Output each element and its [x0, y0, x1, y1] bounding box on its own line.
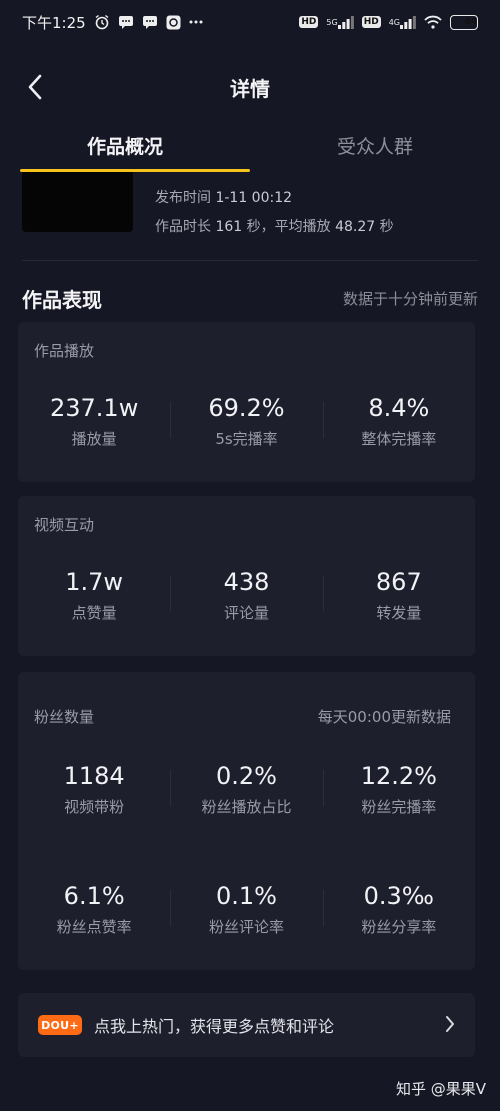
metric-label: 粉丝完播率	[361, 798, 437, 816]
update-note: 数据于十分钟前更新	[342, 290, 478, 308]
metric-label: 点赞量	[71, 604, 117, 622]
divider	[22, 260, 478, 261]
metric-fan-completion: 12.2% 粉丝完播率	[322, 760, 475, 817]
duration-label: 作品时长	[155, 219, 211, 235]
playback-card: 作品播放 237.1w 播放量 69.2% 5s完播率 8.4% 整体完播率	[18, 322, 475, 482]
metric-value: 867	[375, 568, 422, 596]
video-thumbnail[interactable]	[22, 172, 133, 232]
interaction-card: 视频互动 1.7w 点赞量 438 评论量 867 转发量	[18, 496, 475, 656]
dou-plus-badge: DOU+	[38, 1015, 82, 1035]
metric-value: 1184	[63, 762, 125, 790]
status-bar-right: HD 5G HD 4G 84	[299, 14, 478, 30]
status-bar-left: 下午1:25	[22, 12, 203, 33]
hd-badge: HD	[361, 16, 381, 28]
network-type: 5G	[326, 17, 338, 27]
page: 下午1:25 HD 5G HD 4G 84 详情 作品概况 受众人群 发布时间 …	[0, 0, 500, 1111]
metric-fan-share-rate: 0.3‰ 粉丝分享率	[322, 880, 475, 937]
tab-label: 受众人群	[336, 135, 413, 158]
metric-value: 0.1%	[216, 882, 277, 910]
network-type: 4G	[388, 17, 400, 27]
tab-label: 作品概况	[86, 135, 163, 158]
chevron-left-icon	[28, 74, 42, 100]
tab-bar: 作品概况 受众人群	[0, 118, 500, 172]
signal-icon: 4G	[388, 15, 416, 29]
avg-play-unit: 秒	[379, 219, 394, 235]
metric-label: 播放量	[71, 430, 117, 448]
card-label: 粉丝数量	[34, 708, 95, 726]
metric-label: 粉丝评论率	[208, 918, 284, 936]
metric-comments: 438 评论量	[170, 566, 322, 623]
alarm-icon	[94, 14, 110, 30]
avg-play-value: 48.27	[335, 219, 376, 235]
metric-value: 12.2%	[360, 762, 437, 790]
page-title: 详情	[230, 76, 270, 101]
tab-audience[interactable]: 受众人群	[250, 118, 500, 172]
metric-fan-comment-rate: 0.1% 粉丝评论率	[170, 880, 322, 937]
publish-time: 1-11 00:12	[215, 190, 293, 206]
metrics-row: 1.7w 点赞量 438 评论量 867 转发量	[18, 566, 475, 623]
promo-text: 点我上热门，获得更多点赞和评论	[94, 1017, 335, 1036]
signal-icon: 5G	[326, 15, 354, 29]
metric-value: 0.3‰	[363, 882, 434, 910]
video-info: 发布时间 1-11 00:12 作品时长 161 秒，平均播放 48.27 秒	[22, 172, 478, 242]
status-time: 下午1:25	[22, 13, 86, 32]
app-icon	[166, 15, 181, 30]
metric-5s-completion: 69.2% 5s完播率	[170, 392, 322, 449]
metric-value: 1.7w	[65, 568, 124, 596]
message-icon	[118, 15, 134, 30]
metric-value: 237.1w	[49, 394, 139, 422]
metric-fan-play-share: 0.2% 粉丝播放占比	[170, 760, 322, 817]
publish-label: 发布时间	[155, 190, 211, 206]
wifi-icon	[424, 15, 442, 29]
metrics-row: 1184 视频带粉 0.2% 粉丝播放占比 12.2% 粉丝完播率	[18, 760, 475, 817]
metrics-row: 6.1% 粉丝点赞率 0.1% 粉丝评论率 0.3‰ 粉丝分享率	[18, 880, 475, 937]
metrics-row: 237.1w 播放量 69.2% 5s完播率 8.4% 整体完播率	[18, 392, 475, 449]
metric-value: 438	[223, 568, 270, 596]
battery-text: 84	[464, 17, 477, 27]
metric-value: 6.1%	[63, 882, 125, 910]
metric-label: 5s完播率	[215, 430, 278, 448]
metric-plays: 237.1w 播放量	[18, 392, 170, 449]
video-meta: 发布时间 1-11 00:12 作品时长 161 秒，平均播放 48.27 秒	[155, 184, 394, 242]
card-label: 视频互动	[34, 516, 95, 534]
metric-label: 粉丝点赞率	[56, 918, 132, 936]
metric-likes: 1.7w 点赞量	[18, 566, 170, 623]
metric-shares: 867 转发量	[322, 566, 475, 623]
metric-label: 转发量	[376, 604, 422, 622]
duration-line: 作品时长 161 秒，平均播放 48.27 秒	[155, 213, 394, 242]
more-icon	[189, 20, 203, 24]
fans-card: 粉丝数量 每天00:00更新数据 1184 视频带粉 0.2% 粉丝播放占比 1…	[18, 672, 475, 970]
hd-badge: HD	[299, 16, 319, 28]
section-title: 作品表现	[22, 288, 102, 312]
metric-label: 视频带粉	[64, 798, 125, 816]
tab-overview[interactable]: 作品概况	[0, 118, 250, 172]
fans-update-note: 每天00:00更新数据	[317, 708, 451, 726]
chevron-right-icon	[446, 1016, 454, 1032]
header: 详情	[0, 58, 500, 116]
watermark: 知乎 @果果V	[395, 1080, 486, 1098]
card-label: 作品播放	[34, 342, 95, 360]
publish-time-line: 发布时间 1-11 00:12	[155, 184, 394, 213]
metric-fan-like-rate: 6.1% 粉丝点赞率	[18, 880, 170, 937]
metric-overall-completion: 8.4% 整体完播率	[322, 392, 475, 449]
metric-value: 69.2%	[208, 394, 285, 422]
status-bar: 下午1:25 HD 5G HD 4G 84	[0, 0, 500, 44]
metric-label: 粉丝分享率	[361, 918, 437, 936]
dou-plus-promo-button[interactable]: DOU+ 点我上热门，获得更多点赞和评论	[18, 993, 475, 1057]
metric-video-fans: 1184 视频带粉	[18, 760, 170, 817]
performance-header: 作品表现 数据于十分钟前更新	[22, 284, 478, 313]
metric-label: 粉丝播放占比	[201, 798, 292, 816]
battery-icon: 84	[450, 14, 478, 30]
metric-value: 0.2%	[216, 762, 277, 790]
duration-unit: 秒，平均播放	[246, 219, 331, 235]
back-button[interactable]	[18, 70, 52, 104]
message-icon	[142, 15, 158, 30]
metric-label: 整体完播率	[361, 430, 437, 448]
metric-label: 评论量	[223, 604, 269, 622]
duration-value: 161	[215, 219, 243, 235]
metric-value: 8.4%	[368, 394, 430, 422]
